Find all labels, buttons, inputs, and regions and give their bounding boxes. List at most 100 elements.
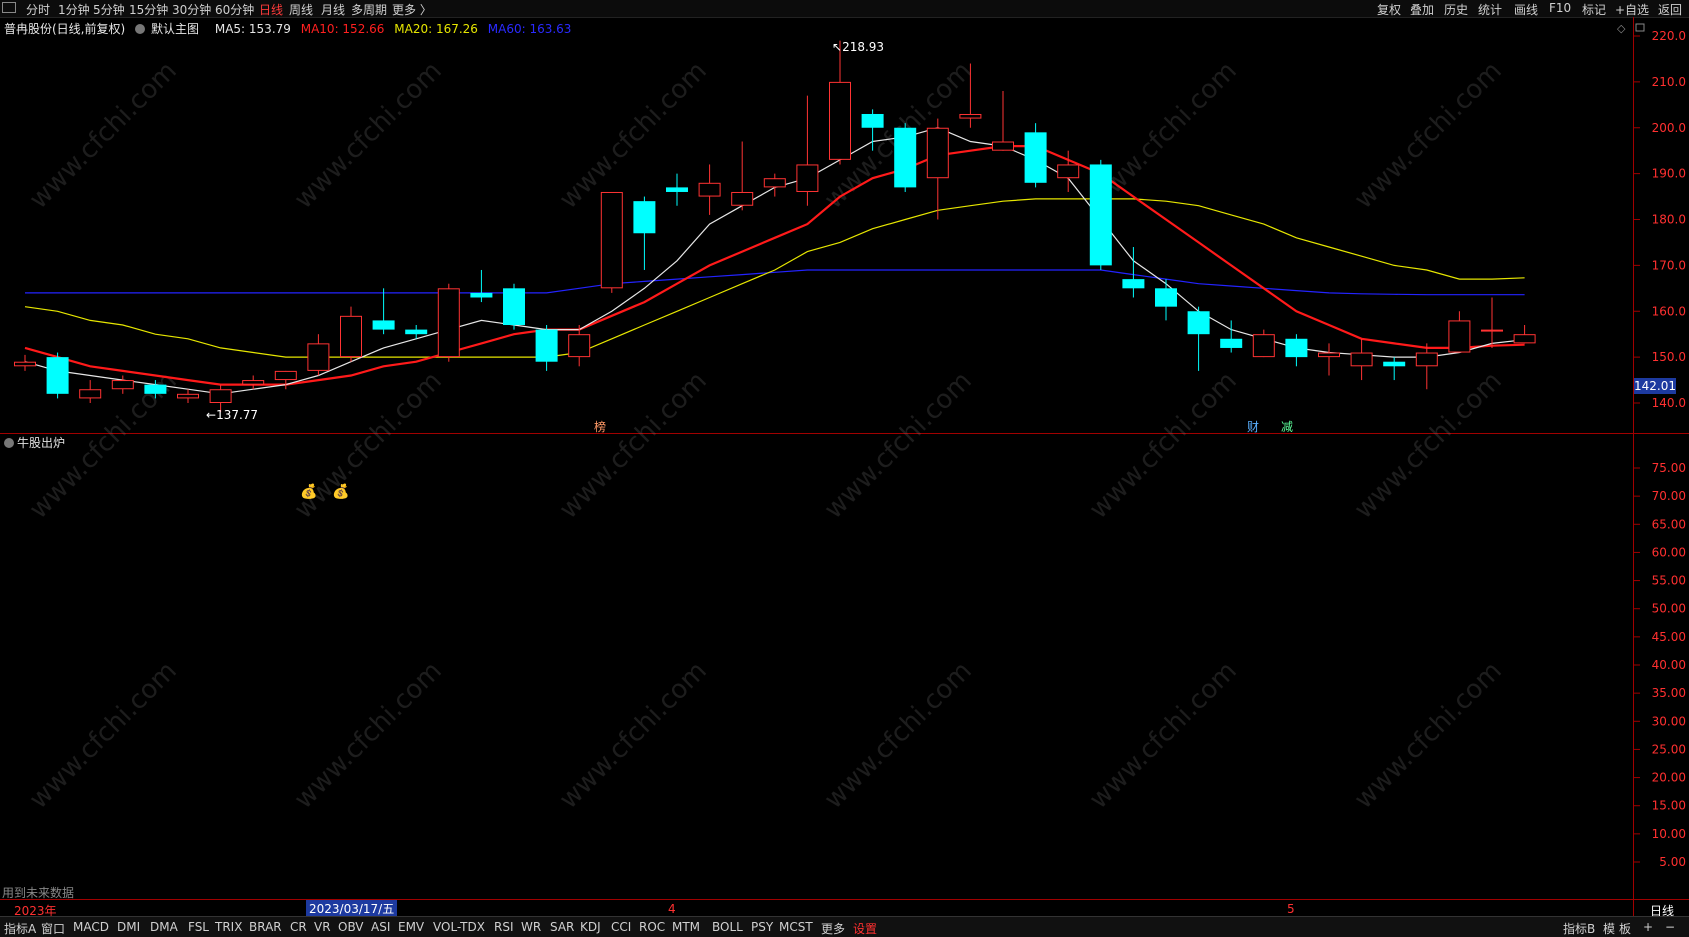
indicator-tab[interactable]: BOLL — [712, 920, 743, 934]
indicator-tick-label: 10.00 — [1652, 827, 1686, 841]
board-button[interactable]: 板 — [1619, 920, 1631, 937]
zoom-out-button[interactable]: − — [1665, 920, 1675, 934]
candlestick — [1252, 329, 1275, 358]
indicator-tab[interactable]: DMI — [117, 920, 140, 934]
candle-body-up — [1252, 334, 1275, 358]
watermark-text: www.cfchi.com — [554, 366, 713, 525]
candlestick — [1187, 306, 1210, 371]
watermark-text: www.cfchi.com — [1349, 656, 1508, 815]
indicator-tab[interactable]: OBV — [338, 920, 364, 934]
candlestick — [633, 196, 656, 270]
indicator-tab[interactable]: FSL — [188, 920, 209, 934]
candle-body-up — [437, 288, 460, 358]
candle-body-down — [1024, 132, 1047, 183]
candle-body-down — [1122, 279, 1145, 289]
event-marker-reduce[interactable]: 减 — [1281, 418, 1293, 435]
watermark-text: www.cfchi.com — [1349, 366, 1508, 525]
settings-button[interactable]: 设置 — [853, 920, 877, 937]
candle-body-down — [470, 292, 493, 298]
indicator-tab[interactable]: KDJ — [580, 920, 601, 934]
indicator-tab[interactable]: ASI — [371, 920, 390, 934]
indicator-tick-label: 40.00 — [1652, 658, 1686, 672]
candlestick — [1318, 343, 1340, 376]
indicator-a-tab[interactable]: 指标A — [4, 920, 36, 937]
indicator-tick-label: 70.00 — [1652, 489, 1686, 503]
candlestick — [1448, 311, 1471, 353]
template-button[interactable]: 模 — [1603, 920, 1615, 937]
indicator-b-tab[interactable]: 指标B — [1563, 920, 1595, 937]
candle-body-down — [535, 329, 558, 362]
indicator-tab[interactable]: RSI — [494, 920, 514, 934]
event-marker-finance[interactable]: 财 — [1247, 418, 1259, 435]
low-price-annotation: ←137.77 — [206, 408, 259, 422]
indicator-tab[interactable]: CCI — [611, 920, 631, 934]
indicator-tab[interactable]: BRAR — [249, 920, 282, 934]
maximize-icon — [1635, 23, 1645, 32]
chart-canvas[interactable]: www.cfchi.com www.cfchi.com www.cfchi.com w… — [0, 0, 1689, 916]
price-tick-label: 190.0 — [1652, 167, 1686, 181]
candle-body-up — [1350, 352, 1373, 367]
indicator-tick-label: 20.00 — [1652, 771, 1686, 785]
money-bag-icon[interactable]: 💰 — [332, 484, 349, 500]
indicator-tab[interactable]: WR — [521, 920, 541, 934]
candlestick — [307, 334, 330, 376]
indicator-tab[interactable]: EMV — [398, 920, 424, 934]
indicator-tab[interactable]: DMA — [150, 920, 178, 934]
candlestick — [340, 306, 362, 362]
window-tab[interactable]: 窗口 — [41, 920, 65, 937]
candlestick — [829, 40, 851, 165]
indicator-tab[interactable]: CR — [290, 920, 307, 934]
price-tick-label: 210.0 — [1652, 75, 1686, 89]
indicator-title[interactable]: 牛股出炉 — [4, 434, 65, 451]
candlestick — [796, 95, 819, 206]
candle-body-down — [1220, 338, 1243, 348]
candle-body-down — [1187, 311, 1210, 335]
candle-body-up — [1513, 334, 1536, 344]
indicator-tick-label: 5.00 — [1659, 855, 1686, 869]
candlestick — [992, 91, 1014, 151]
indicator-tab[interactable]: VOL-TDX — [433, 920, 485, 934]
candle-body-up — [763, 178, 786, 188]
candlestick — [242, 375, 265, 390]
indicator-tab[interactable]: PSY — [751, 920, 773, 934]
candlestick — [79, 380, 102, 403]
candle-body-up — [926, 127, 949, 179]
ma60-line — [25, 269, 1525, 296]
indicator-tick-label: 75.00 — [1652, 461, 1686, 475]
candlestick — [1350, 338, 1373, 381]
watermark-text: www.cfchi.com — [24, 56, 183, 215]
indicator-tab[interactable]: ROC — [639, 920, 665, 934]
price-tick-label: 180.0 — [1652, 213, 1686, 227]
candlestick — [14, 354, 36, 371]
candlestick — [372, 288, 395, 335]
candlestick — [1024, 123, 1047, 188]
month-label: 5 — [1287, 902, 1295, 916]
indicator-tab[interactable]: MACD — [73, 920, 109, 934]
indicator-tick-label: 60.00 — [1652, 545, 1686, 559]
candle-body-down — [1285, 338, 1308, 358]
candle-body-up — [1318, 352, 1340, 358]
money-bag-icon[interactable]: 💰 — [300, 484, 317, 500]
indicator-tab[interactable]: MCST — [779, 920, 813, 934]
candlestick — [1285, 334, 1308, 367]
indicator-tick-label: 15.00 — [1652, 799, 1686, 813]
indicator-tab[interactable]: SAR — [550, 920, 574, 934]
price-tick-label: 160.0 — [1652, 304, 1686, 318]
candle-body-up — [698, 182, 721, 197]
event-marker-rank[interactable]: 榜 — [594, 418, 606, 435]
price-tick-label: 170.0 — [1652, 258, 1686, 272]
indicator-tab[interactable]: TRIX — [215, 920, 242, 934]
ma20-line — [24, 198, 1525, 358]
more-indicators-button[interactable]: 更多 — [821, 920, 845, 937]
candlestick — [1481, 297, 1503, 348]
indicator-tick-label: 50.00 — [1652, 602, 1686, 616]
candle-body-down — [666, 187, 688, 192]
candle-body-up — [600, 191, 623, 289]
indicator-tab[interactable]: VR — [314, 920, 331, 934]
zoom-in-button[interactable]: + — [1643, 920, 1653, 934]
indicator-tick-label: 30.00 — [1652, 714, 1686, 728]
watermark-text: www.cfchi.com — [819, 366, 978, 525]
candle-body-down — [405, 329, 428, 335]
candle-body-up — [1415, 352, 1438, 367]
indicator-tab[interactable]: MTM — [672, 920, 700, 934]
